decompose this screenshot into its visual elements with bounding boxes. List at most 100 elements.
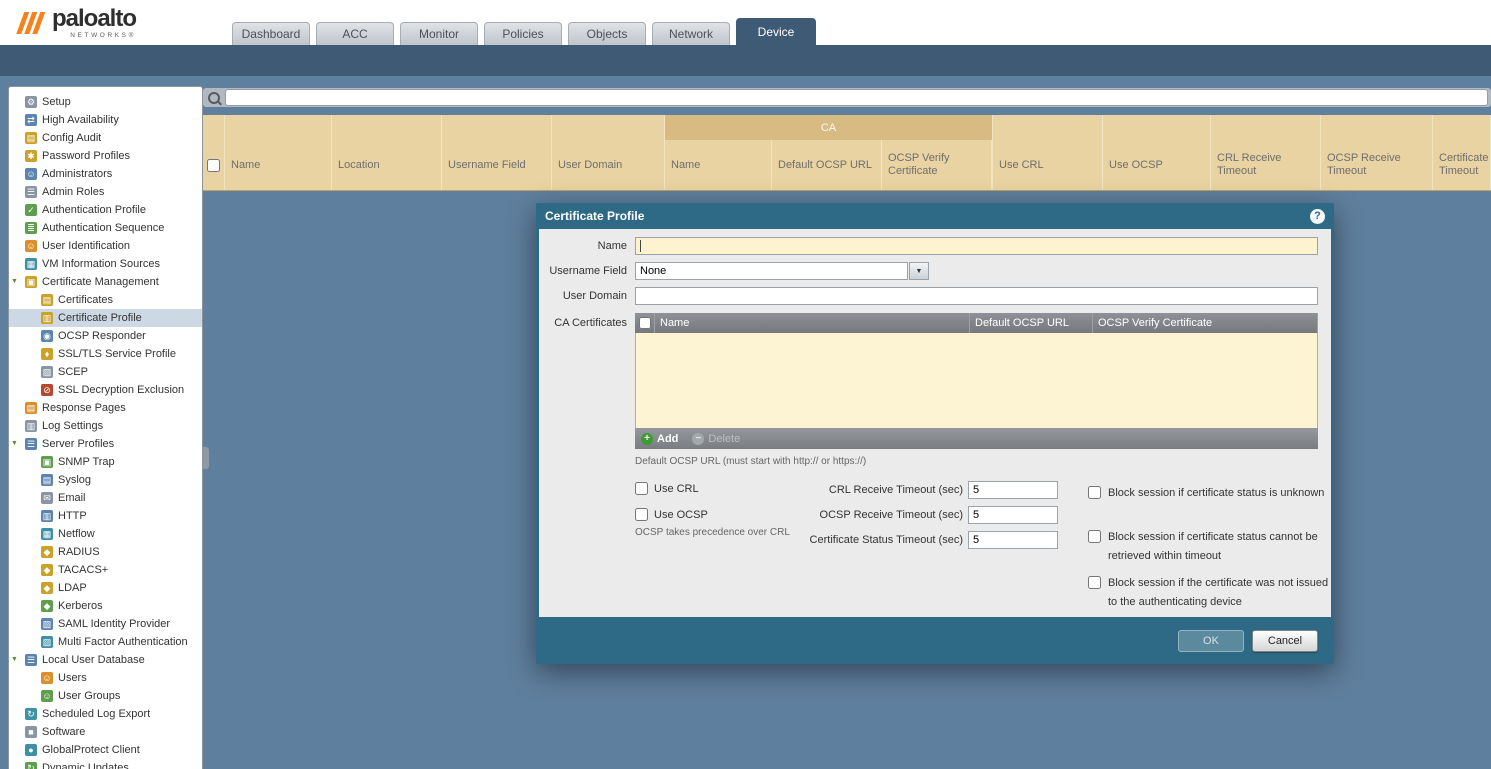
sidebar-item-dynamic-updates[interactable]: ↻Dynamic Updates: [9, 759, 202, 769]
certificate-management-icon: ▣: [25, 276, 37, 288]
sidebar-item-http[interactable]: ▥HTTP: [9, 507, 202, 525]
sidebar-item-email[interactable]: ✉Email: [9, 489, 202, 507]
search-input[interactable]: [225, 89, 1488, 106]
sidebar-item-multi-factor-authentication[interactable]: ▨Multi Factor Authentication: [9, 633, 202, 651]
column-use-crl[interactable]: Use CRL: [993, 115, 1103, 190]
dynamic-updates-icon: ↻: [25, 762, 37, 769]
sidebar-item-user-groups[interactable]: ☺User Groups: [9, 687, 202, 705]
ca-select-all-checkbox[interactable]: [639, 317, 651, 329]
certificate-status-timeout-sec-input[interactable]: [968, 531, 1058, 549]
block-option-checkbox-3[interactable]: [1088, 576, 1101, 589]
sidebar-item-password-profiles[interactable]: ✱Password Profiles: [9, 147, 202, 165]
ca-column-default-ocsp-url[interactable]: Default OCSP URL: [970, 313, 1093, 333]
expand-arrow-icon[interactable]: ▼: [11, 440, 18, 447]
sidebar-item-scheduled-log-export[interactable]: ↻Scheduled Log Export: [9, 705, 202, 723]
sidebar-item-kerberos[interactable]: ◆Kerberos: [9, 597, 202, 615]
username-field-input[interactable]: [635, 262, 908, 280]
sidebar-item-ssl-decryption-exclusion[interactable]: ⊘SSL Decryption Exclusion: [9, 381, 202, 399]
ocsp-receive-timeout-sec-input[interactable]: [968, 506, 1058, 524]
sidebar-item-radius[interactable]: ◆RADIUS: [9, 543, 202, 561]
block-option-checkbox-2[interactable]: [1088, 530, 1101, 543]
column-ocsp-verify-certificate[interactable]: OCSP Verify Certificate: [882, 140, 992, 190]
sidebar-item-log-settings[interactable]: ▥Log Settings: [9, 417, 202, 435]
sidebar-item-response-pages[interactable]: ▤Response Pages: [9, 399, 202, 417]
high-availability-icon: ⇄: [25, 114, 37, 126]
sidebar-item-administrators[interactable]: ☺Administrators: [9, 165, 202, 183]
ca-table-body[interactable]: [635, 333, 1318, 428]
cancel-button[interactable]: Cancel: [1252, 630, 1318, 652]
sidebar-item-ocsp-responder[interactable]: ◉OCSP Responder: [9, 327, 202, 345]
column-user-domain[interactable]: User Domain: [552, 115, 665, 190]
column-username-field[interactable]: Username Field: [442, 115, 552, 190]
server-profiles-icon: ☰: [25, 438, 37, 450]
tab-monitor[interactable]: Monitor: [400, 22, 478, 45]
column-name[interactable]: Name: [665, 140, 772, 190]
add-button[interactable]: + Add: [641, 433, 678, 445]
delete-button[interactable]: − Delete: [692, 433, 740, 445]
sidebar-item-syslog[interactable]: ▤Syslog: [9, 471, 202, 489]
tab-acc[interactable]: ACC: [316, 22, 394, 45]
column-name[interactable]: Name: [225, 115, 332, 190]
sidebar-item-ssl-tls-service-profile[interactable]: ♦SSL/TLS Service Profile: [9, 345, 202, 363]
sidebar-item-label: LDAP: [58, 582, 87, 594]
ok-button[interactable]: OK: [1178, 630, 1244, 652]
sidebar-item-netflow[interactable]: ▦Netflow: [9, 525, 202, 543]
sidebar-item-ldap[interactable]: ◆LDAP: [9, 579, 202, 597]
expand-arrow-icon[interactable]: ▼: [11, 278, 18, 285]
column-use-ocsp[interactable]: Use OCSP: [1103, 115, 1211, 190]
sidebar-item-scep[interactable]: ▨SCEP: [9, 363, 202, 381]
search-icon: [208, 92, 220, 104]
sidebar-item-user-identification[interactable]: ☺User Identification: [9, 237, 202, 255]
select-all-checkbox[interactable]: [207, 159, 220, 172]
name-input[interactable]: [635, 237, 1318, 255]
sidebar-item-authentication-sequence[interactable]: ≣Authentication Sequence: [9, 219, 202, 237]
sidebar-item-vm-information-sources[interactable]: ▦VM Information Sources: [9, 255, 202, 273]
sidebar-item-setup[interactable]: ⚙Setup: [9, 93, 202, 111]
sidebar-item-globalprotect-client[interactable]: ●GlobalProtect Client: [9, 741, 202, 759]
tab-objects[interactable]: Objects: [568, 22, 646, 45]
dialog-footer: OK Cancel: [536, 617, 1334, 664]
help-icon[interactable]: ?: [1310, 209, 1325, 224]
sidebar-item-label: Email: [58, 492, 86, 504]
sidebar-item-config-audit[interactable]: ▤Config Audit: [9, 129, 202, 147]
column-location[interactable]: Location: [332, 115, 442, 190]
expand-arrow-icon[interactable]: ▼: [11, 656, 18, 663]
tab-policies[interactable]: Policies: [484, 22, 562, 45]
user-domain-input[interactable]: [635, 287, 1318, 305]
username-field-dropdown-button[interactable]: ▼: [909, 262, 929, 280]
dialog-titlebar[interactable]: Certificate Profile ?: [536, 203, 1334, 229]
column-crl-receive-timeout[interactable]: CRL Receive Timeout: [1211, 115, 1321, 190]
sidebar-item-admin-roles[interactable]: ☰Admin Roles: [9, 183, 202, 201]
sidebar-item-software[interactable]: ■Software: [9, 723, 202, 741]
sidebar-item-label: Scheduled Log Export: [42, 708, 150, 720]
ca-column-ocsp-verify-certificate[interactable]: OCSP Verify Certificate: [1093, 313, 1318, 333]
block-option-checkbox-1[interactable]: [1088, 486, 1101, 499]
column-ocsp-receive-timeout[interactable]: OCSP Receive Timeout: [1321, 115, 1433, 190]
tab-network[interactable]: Network: [652, 22, 730, 45]
sidebar-item-snmp-trap[interactable]: ▣SNMP Trap: [9, 453, 202, 471]
sidebar-item-server-profiles[interactable]: ▼☰Server Profiles: [9, 435, 202, 453]
main-nav-tabs: Dashboard ACC Monitor Policies Objects Networ…: [232, 18, 816, 45]
sidebar-item-local-user-database[interactable]: ▼☰Local User Database: [9, 651, 202, 669]
sidebar-item-certificates[interactable]: ▤Certificates: [9, 291, 202, 309]
sidebar-item-tacacs[interactable]: ◆TACACS+: [9, 561, 202, 579]
header-select-column: [203, 115, 225, 190]
crl-receive-timeout-sec-input[interactable]: [968, 481, 1058, 499]
sidebar-collapse-grip[interactable]: [203, 447, 209, 469]
sidebar-item-saml-identity-provider[interactable]: ▧SAML Identity Provider: [9, 615, 202, 633]
sidebar-item-label: SSL/TLS Service Profile: [58, 348, 176, 360]
radius-icon: ◆: [41, 546, 53, 558]
sidebar-item-high-availability[interactable]: ⇄High Availability: [9, 111, 202, 129]
column-certificate-timeout[interactable]: Certificate Timeout: [1433, 115, 1491, 190]
certificate-status-timeout-sec-row: Certificate Status Timeout (sec): [539, 531, 1058, 549]
tab-dashboard[interactable]: Dashboard: [232, 22, 310, 45]
sidebar-item-label: Config Audit: [42, 132, 101, 144]
ca-column-name[interactable]: Name: [655, 313, 970, 333]
tab-device[interactable]: Device: [736, 18, 816, 45]
column-default-ocsp-url[interactable]: Default OCSP URL: [772, 140, 882, 190]
sidebar-item-certificate-management[interactable]: ▼▣Certificate Management: [9, 273, 202, 291]
sidebar-item-authentication-profile[interactable]: ✓Authentication Profile: [9, 201, 202, 219]
sidebar-item-users[interactable]: ☺Users: [9, 669, 202, 687]
minus-icon: −: [692, 433, 704, 445]
sidebar-item-certificate-profile[interactable]: ▥Certificate Profile: [9, 309, 202, 327]
